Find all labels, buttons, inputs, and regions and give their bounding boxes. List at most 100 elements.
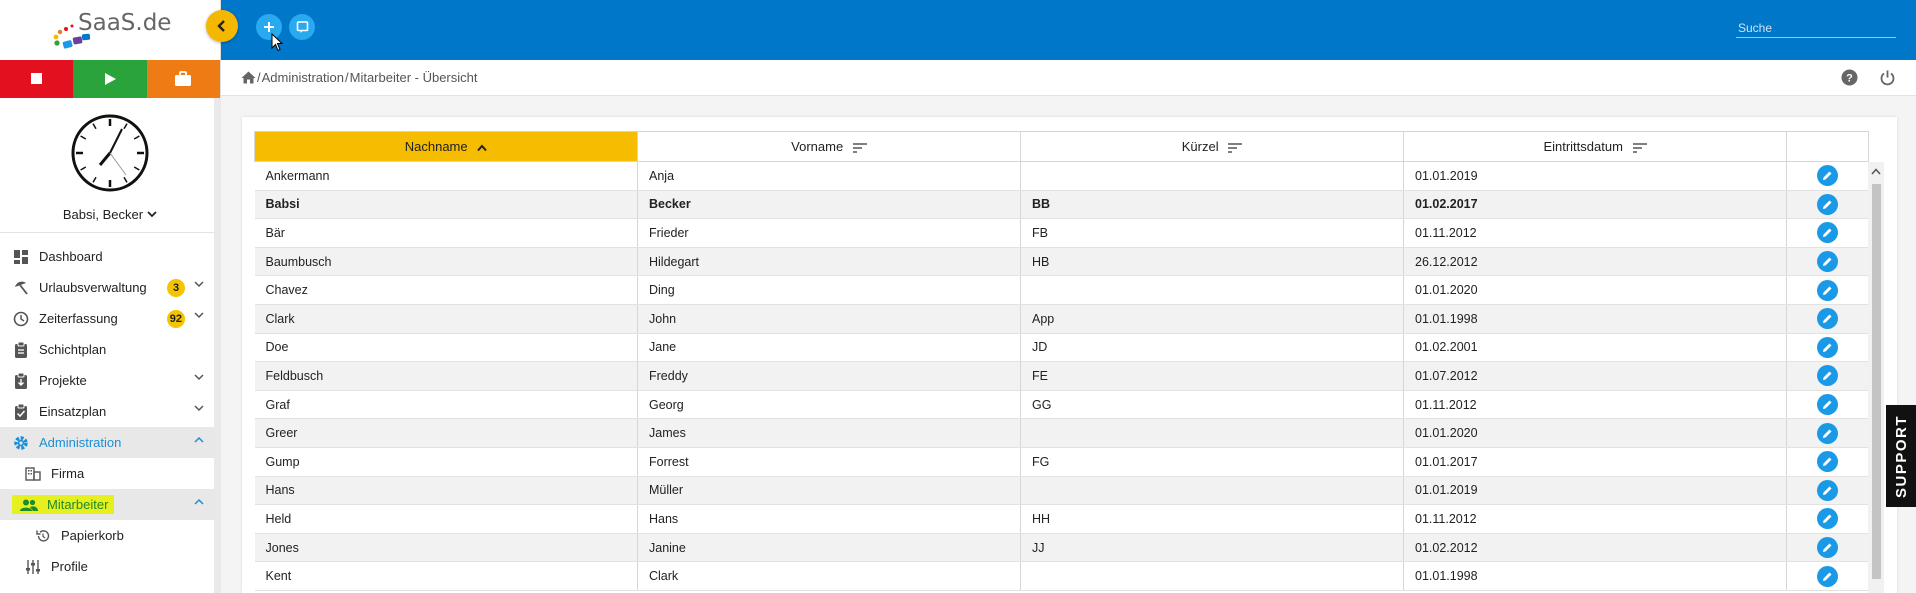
sidebar-scrollbar[interactable] [214, 98, 221, 593]
cell-nachname: Babsi [254, 190, 638, 220]
support-tab[interactable]: SUPPORT [1886, 405, 1916, 507]
table-header-row: Nachname Vorname Kürzel Eintrittsdatum [254, 131, 1869, 162]
table-scrollbar[interactable] [1868, 162, 1884, 593]
table-row[interactable]: Doe Jane JD 01.02.2001 [254, 333, 1869, 363]
table-row[interactable]: Greer James 01.01.2020 [254, 418, 1869, 448]
edit-button[interactable] [1817, 394, 1838, 416]
sidebar-nav: Dashboard Urlaubsverwaltung 3 Zeiterfass… [0, 233, 220, 582]
sidebar-item-label: Schichtplan [39, 342, 107, 357]
cell-vorname: Hildegart [637, 247, 1021, 277]
table-row[interactable]: Bär Frieder FB 01.11.2012 [254, 218, 1869, 248]
table-row[interactable]: Chavez Ding 01.01.2020 [254, 275, 1869, 305]
cell-eintrittsdatum: 01.01.2019 [1403, 161, 1787, 191]
edit-button[interactable] [1817, 308, 1838, 330]
table-row[interactable]: Jones Janine JJ 01.02.2012 [254, 533, 1869, 563]
cell-kuerzel: HH [1020, 504, 1404, 534]
home-icon[interactable] [241, 71, 256, 84]
play-icon [104, 73, 116, 85]
user-menu[interactable]: Babsi, Becker [63, 207, 157, 222]
sidebar-item-mitarbeiter[interactable]: Mitarbeiter [0, 489, 220, 520]
sidebar-item-schichtplan[interactable]: Schichtplan [0, 334, 220, 365]
table-row[interactable]: Babsi Becker BB 01.02.2017 [254, 190, 1869, 220]
breadcrumb-administration[interactable]: Administration [262, 70, 344, 85]
cell-kuerzel: FE [1020, 361, 1404, 391]
edit-button[interactable] [1817, 193, 1838, 215]
cell-vorname: Jane [637, 333, 1021, 363]
sidebar-item-dashboard[interactable]: Dashboard [0, 241, 220, 272]
edit-button[interactable] [1817, 251, 1838, 273]
table-row[interactable]: Feldbusch Freddy FE 01.07.2012 [254, 361, 1869, 391]
edit-button[interactable] [1817, 365, 1838, 387]
cell-actions [1786, 504, 1869, 534]
edit-button[interactable] [1817, 537, 1838, 559]
edit-button[interactable] [1817, 165, 1838, 187]
column-header-kuerzel[interactable]: Kürzel [1020, 131, 1404, 162]
table-row[interactable]: Clark John App 01.01.1998 [254, 304, 1869, 334]
cell-actions [1786, 361, 1869, 391]
scrollbar-thumb[interactable] [1872, 184, 1881, 579]
table-row[interactable]: Kent Clark 01.01.1998 [254, 561, 1869, 591]
top-bar [221, 0, 1916, 60]
cell-eintrittsdatum: 26.12.2012 [1403, 247, 1787, 277]
table-row[interactable]: Baumbusch Hildegart HB 26.12.2012 [254, 247, 1869, 277]
column-header-vorname[interactable]: Vorname [637, 131, 1021, 162]
collapse-sidebar-button[interactable] [206, 10, 238, 42]
edit-button[interactable] [1817, 222, 1838, 244]
sidebar-item-urlaubsverwaltung[interactable]: Urlaubsverwaltung 3 [0, 272, 220, 303]
cell-eintrittsdatum: 01.02.2017 [1403, 190, 1787, 220]
edit-button[interactable] [1817, 422, 1838, 444]
cell-actions [1786, 561, 1869, 591]
help-icon[interactable]: ? [1841, 69, 1858, 86]
pencil-icon [1823, 457, 1832, 467]
sidebar-item-label: Firma [51, 466, 85, 481]
cell-kuerzel: App [1020, 304, 1404, 334]
column-header-nachname[interactable]: Nachname [254, 131, 638, 162]
chevron-down-icon [194, 312, 204, 319]
support-label: SUPPORT [1892, 414, 1910, 498]
chevron-down-icon [194, 281, 204, 288]
sidebar-item-papierkorb[interactable]: Papierkorb [0, 520, 220, 551]
chevron-left-icon [217, 20, 225, 32]
table-row[interactable]: Ankermann Anja 01.01.2019 [254, 161, 1869, 191]
sidebar-item-firma[interactable]: Firma [0, 458, 220, 489]
cell-nachname: Feldbusch [254, 361, 638, 391]
cell-vorname: Müller [637, 476, 1021, 506]
search-input[interactable] [1736, 19, 1896, 38]
business-trip-button[interactable] [146, 60, 220, 98]
cell-eintrittsdatum: 01.01.1998 [1403, 561, 1787, 591]
inbox-button[interactable] [289, 14, 315, 40]
cell-vorname: Clark [637, 561, 1021, 591]
logo[interactable]: SaaS.de [0, 0, 220, 60]
cell-nachname: Clark [254, 304, 638, 334]
stop-timer-button[interactable] [0, 60, 74, 98]
power-icon[interactable] [1879, 69, 1896, 86]
pencil-icon [1823, 314, 1832, 324]
edit-button[interactable] [1817, 336, 1838, 358]
sidebar-item-einsatzplan[interactable]: Einsatzplan [0, 396, 220, 427]
column-header-eintrittsdatum[interactable]: Eintrittsdatum [1403, 131, 1787, 162]
table-row[interactable]: Gump Forrest FG 01.01.2017 [254, 447, 1869, 477]
start-timer-button[interactable] [73, 60, 147, 98]
scroll-up-icon[interactable] [1871, 168, 1881, 175]
sidebar-item-label: Urlaubsverwaltung [39, 280, 147, 295]
table-row[interactable]: Hans Müller 01.01.2019 [254, 476, 1869, 506]
edit-button[interactable] [1817, 565, 1838, 587]
timer-bar [0, 60, 220, 98]
table-row[interactable]: Graf Georg GG 01.11.2012 [254, 390, 1869, 420]
sidebar-item-administration[interactable]: Administration [0, 427, 220, 458]
beach-umbrella-icon [15, 281, 28, 295]
edit-button[interactable] [1817, 451, 1838, 473]
cell-actions [1786, 161, 1869, 191]
sidebar-item-zeiterfassung[interactable]: Zeiterfassung 92 [0, 303, 220, 334]
cell-actions [1786, 418, 1869, 448]
edit-button[interactable] [1817, 479, 1838, 501]
cell-vorname: Ding [637, 275, 1021, 305]
edit-button[interactable] [1817, 508, 1838, 530]
sidebar-item-profile[interactable]: Profile [0, 551, 220, 582]
table-row[interactable]: Held Hans HH 01.11.2012 [254, 504, 1869, 534]
people-icon [20, 499, 38, 511]
cell-actions [1786, 275, 1869, 305]
sidebar-item-projekte[interactable]: Projekte [0, 365, 220, 396]
sidebar-item-label: Papierkorb [61, 528, 124, 543]
edit-button[interactable] [1817, 279, 1838, 301]
